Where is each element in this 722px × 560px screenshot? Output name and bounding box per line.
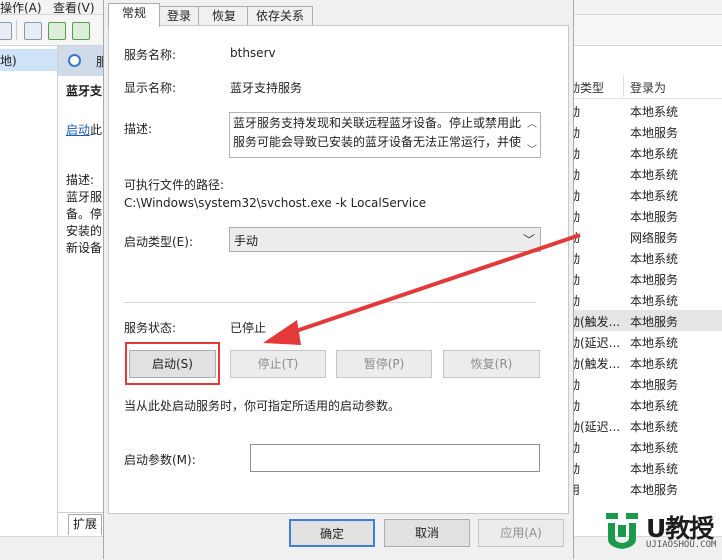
brand-url: UJIAOSHOU.COM [646, 540, 717, 550]
brand-logo-icon [606, 513, 638, 549]
arrow-annotation [263, 233, 581, 345]
arrow-head [263, 320, 301, 345]
tab-general[interactable]: 常规 [108, 3, 160, 27]
arrow-shaft [286, 233, 581, 336]
